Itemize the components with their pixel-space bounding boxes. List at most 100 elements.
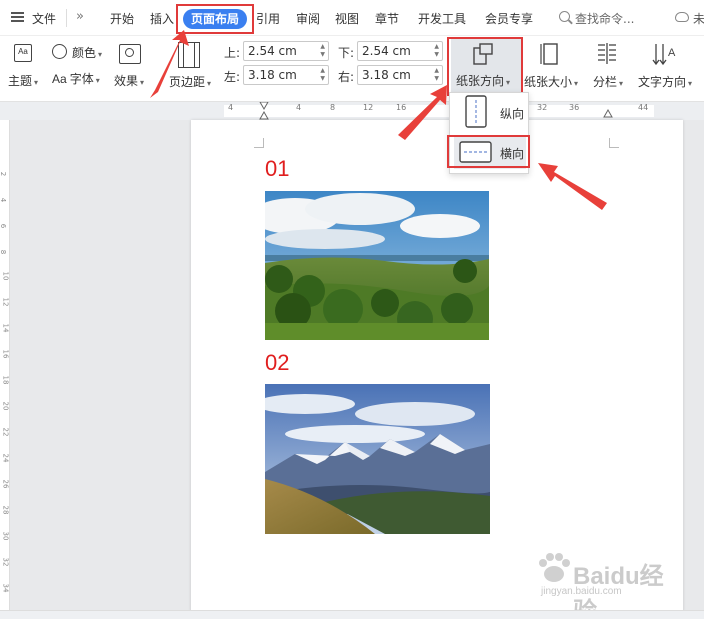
right-margin-input[interactable]: 3.18 cm ▲ ▼ <box>357 65 443 85</box>
dropdown-arrow-icon: ▾ <box>34 78 39 87</box>
font-button[interactable]: Aa 字体 ▾ <box>52 70 100 87</box>
effect-icon[interactable] <box>119 44 141 64</box>
ruler-number: 6 <box>0 223 8 229</box>
right-margin-label: 右: <box>338 70 355 84</box>
top-margin-input[interactable]: 2.54 cm ▲ ▼ <box>243 41 329 61</box>
document-page[interactable]: 01 02 <box>191 120 683 612</box>
color-label: 颜色 <box>72 46 97 60</box>
ruler-number: 20 <box>1 401 10 411</box>
wps-writer-window: 文件 » 开始 插入 页面布局 引用 审阅 视图 章节 开发工具 会员专享 查找… <box>0 0 704 619</box>
text-direction-label: 文字方向 <box>638 75 687 89</box>
ruler-number: 8 <box>330 103 336 112</box>
ruler-strip <box>224 105 654 117</box>
ruler-number: 18 <box>1 375 10 385</box>
tab-review[interactable]: 审阅 <box>296 10 320 28</box>
right-margin-value: 3.18 cm <box>362 68 411 82</box>
ruler-number: 22 <box>1 427 10 437</box>
paw-logo-icon <box>539 553 570 582</box>
ruler-number: 30 <box>1 531 10 541</box>
color-button[interactable]: 颜色 ▾ <box>72 44 102 61</box>
columns-label: 分栏 <box>593 75 618 89</box>
tab-section[interactable]: 章节 <box>375 10 399 28</box>
indent-marker-icon[interactable] <box>259 102 269 120</box>
dropdown-arrow-icon: ▾ <box>619 79 624 88</box>
ruler-number: 2 <box>0 171 8 177</box>
crop-mark <box>254 138 264 148</box>
tab-insert[interactable]: 插入 <box>150 10 174 28</box>
right-indent-marker-icon[interactable] <box>603 108 613 118</box>
tab-member[interactable]: 会员专享 <box>485 10 533 28</box>
left-margin-label: 左: <box>224 70 241 84</box>
columns-icon[interactable] <box>596 42 618 66</box>
tab-developer[interactable]: 开发工具 <box>418 10 466 28</box>
palette-icon[interactable] <box>52 44 67 59</box>
ruler-number: 10 <box>1 271 10 281</box>
ruler-number: 24 <box>1 453 10 463</box>
ruler-number: 34 <box>1 583 10 593</box>
cloud-icon[interactable] <box>675 12 689 22</box>
dropdown-arrow-icon: ▾ <box>688 79 693 88</box>
cloud-status[interactable]: 未 <box>693 10 704 28</box>
bottom-margin-input[interactable]: 2.54 cm ▲ ▼ <box>357 41 443 61</box>
spinner-arrows-icon[interactable]: ▲ ▼ <box>320 67 325 83</box>
tab-home[interactable]: 开始 <box>110 10 134 28</box>
dropdown-arrow-icon: ▾ <box>95 76 100 85</box>
search-command[interactable]: 查找命令... <box>575 10 634 28</box>
theme-icon[interactable]: Aa <box>14 44 32 62</box>
font-label: 字体 <box>69 72 94 86</box>
margins-label: 页边距 <box>169 75 206 89</box>
status-bar <box>0 610 704 619</box>
dropdown-arrow-icon: ▾ <box>98 50 103 59</box>
spinner-arrows-icon[interactable]: ▲ ▼ <box>320 43 325 59</box>
columns-button[interactable]: 分栏 ▾ <box>593 73 623 90</box>
effect-button[interactable]: 效果 ▾ <box>114 72 144 89</box>
landscape-photo-mountains[interactable] <box>265 384 490 534</box>
ruler-number: 26 <box>1 479 10 489</box>
tab-view[interactable]: 视图 <box>335 10 359 28</box>
bottom-margin-value: 2.54 cm <box>362 44 411 58</box>
left-margin-value: 3.18 cm <box>248 68 297 82</box>
menu-bar: 文件 » 开始 插入 页面布局 引用 审阅 视图 章节 开发工具 会员专享 查找… <box>0 0 704 36</box>
landscape-photo-hills[interactable] <box>265 191 489 340</box>
orientation-portrait-option[interactable]: 纵向 <box>454 95 526 129</box>
ruler-number: 44 <box>638 103 649 112</box>
spinner-arrows-icon[interactable]: ▲ ▼ <box>434 43 439 59</box>
bottom-margin-label: 下: <box>338 46 355 60</box>
margins-icon[interactable] <box>178 42 200 68</box>
baidu-watermark: Baidu经验 jingyan.baidu.com <box>533 548 683 619</box>
ruler-number: 28 <box>1 505 10 515</box>
vertical-ruler[interactable]: 2 4 6 8 10 12 14 16 18 20 22 24 26 28 30… <box>0 120 10 610</box>
effect-label: 效果 <box>114 74 139 88</box>
menu-icon[interactable] <box>11 12 24 22</box>
ruler-number: 4 <box>228 103 234 112</box>
highlight-box-orientation <box>447 37 523 96</box>
ruler-number: 12 <box>363 103 374 112</box>
top-margin-label: 上: <box>224 46 241 60</box>
spinner-arrows-icon[interactable]: ▲ ▼ <box>434 67 439 83</box>
highlight-box-page-layout <box>176 4 254 34</box>
font-icon: Aa <box>52 72 67 86</box>
ruler-number: 14 <box>1 323 10 333</box>
horizontal-ruler[interactable]: 4 4 8 12 16 32 36 44 <box>0 102 704 120</box>
menu-file[interactable]: 文件 <box>32 10 56 28</box>
portrait-icon <box>465 95 487 128</box>
ruler-number: 4 <box>0 197 8 203</box>
left-margin-input[interactable]: 3.18 cm ▲ ▼ <box>243 65 329 85</box>
dropdown-arrow-icon: ▾ <box>207 79 212 88</box>
ribbon-toolbar: Aa 主题 ▾ 颜色 ▾ Aa 字体 ▾ 效果 ▾ 页边距 ▾ 上: 2.54 cm ▲ ▼ 左… <box>0 36 704 102</box>
image-label-01: 01 <box>265 156 290 181</box>
text-direction-icon[interactable]: A <box>652 42 678 66</box>
ruler-number: 4 <box>296 103 302 112</box>
dropdown-arrow-icon: ▾ <box>574 79 579 88</box>
menu-separator <box>66 9 67 27</box>
paper-size-button[interactable]: 纸张大小 ▾ <box>524 73 578 90</box>
search-icon[interactable] <box>559 11 570 22</box>
top-margin-value: 2.54 cm <box>248 44 297 58</box>
ruler-number: 32 <box>1 557 10 567</box>
theme-button[interactable]: 主题 ▾ <box>8 72 38 89</box>
paper-size-icon[interactable] <box>540 42 560 66</box>
chevron-right-icon[interactable]: » <box>76 9 84 24</box>
margins-button[interactable]: 页边距 ▾ <box>169 73 211 90</box>
text-direction-button[interactable]: 文字方向 ▾ <box>638 73 692 90</box>
tab-references[interactable]: 引用 <box>256 10 280 28</box>
